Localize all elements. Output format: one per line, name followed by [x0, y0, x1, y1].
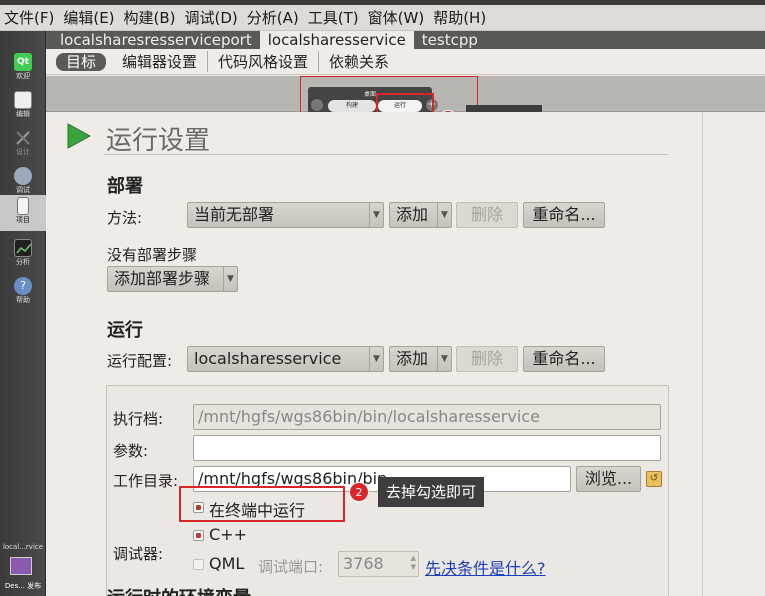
executable-field[interactable]: /mnt/hgfs/wgs86bin/bin/localsharesservic…	[193, 404, 661, 430]
run-add-button[interactable]: 添加 ▼	[389, 346, 452, 372]
design-icon	[14, 129, 32, 147]
sidebar-item-edit[interactable]: 编辑	[0, 89, 46, 125]
tab-dependencies[interactable]: 依赖关系	[318, 51, 399, 72]
mode-sidebar: Qt 欢迎 编辑 设计 调试 项目 分析 ? 帮助 local...rvice …	[0, 31, 46, 596]
tab-project-localsharesservice[interactable]: localsharesservice	[259, 31, 414, 49]
sidebar-item-welcome[interactable]: Qt 欢迎	[0, 51, 46, 87]
menu-analyze[interactable]: 分析(A)	[247, 7, 299, 28]
menu-tools[interactable]: 工具(T)	[308, 7, 359, 28]
chevron-down-icon: ▼	[369, 347, 383, 371]
analyze-icon	[14, 239, 32, 257]
mini-build-button[interactable]: 构建	[328, 100, 376, 112]
tab-code-style[interactable]: 代码风格设置	[207, 51, 318, 72]
menu-edit[interactable]: 编辑(E)	[63, 7, 114, 28]
cpp-debugger-label: C++	[209, 525, 247, 544]
qml-debugger-label: QML	[209, 554, 245, 573]
chevron-down-icon: ▼	[223, 267, 237, 291]
add-deploy-step-label: 添加部署步骤	[114, 269, 211, 288]
sidebar-item-label: 帮助	[16, 296, 30, 304]
edit-icon	[14, 91, 32, 109]
qml-debugger-checkbox[interactable]	[193, 559, 204, 570]
menu-file[interactable]: 文件(F)	[4, 7, 54, 28]
debugger-label: 调试器:	[113, 545, 164, 563]
deploy-add-label: 添加	[396, 205, 429, 224]
page-title: 运行设置	[106, 126, 211, 156]
run-config-label: 运行配置:	[107, 352, 173, 370]
menu-debug[interactable]: 调试(D)	[185, 7, 238, 28]
run-config-value: localsharesservice	[194, 349, 342, 368]
annotation-badge-2: 2	[349, 482, 369, 502]
minus-icon[interactable]	[311, 99, 323, 111]
workdir-label: 工作目录:	[113, 472, 179, 490]
menu-build[interactable]: 构建(B)	[124, 7, 176, 28]
spin-arrows-icon[interactable]: ▲ ▼	[411, 554, 416, 572]
arguments-label: 参数:	[113, 442, 149, 460]
deploy-remove-button[interactable]: 删除	[456, 202, 518, 228]
reset-icon[interactable]: ↺	[646, 471, 662, 487]
sidebar-item-label: 编辑	[16, 110, 30, 118]
executable-label: 执行档:	[113, 410, 164, 428]
sidebar-item-project[interactable]: 项目	[0, 195, 46, 231]
add-deploy-step-button[interactable]: 添加部署步骤 ▼	[107, 266, 238, 292]
debug-port-value: 3768	[343, 554, 384, 573]
sidebar-item-label: 欢迎	[16, 72, 30, 80]
annotation-highlight-terminal	[179, 486, 345, 522]
run-remove-button[interactable]: 删除	[456, 346, 518, 372]
run-play-icon	[66, 122, 92, 154]
chevron-down-icon: ▼	[437, 347, 451, 371]
settings-tab-bar: 目标 编辑器设置 代码风格设置 依赖关系	[46, 49, 765, 75]
debug-icon	[14, 167, 32, 185]
kit-target-label: local...rvice	[2, 543, 44, 551]
deploy-method-label: 方法:	[107, 209, 143, 227]
sidebar-item-label: 项目	[16, 216, 30, 224]
arguments-field[interactable]	[193, 435, 661, 461]
run-heading: 运行	[107, 320, 143, 341]
project-icon	[17, 197, 29, 215]
env-heading: 运行时的环境变量	[107, 586, 251, 596]
prerequisites-link[interactable]: 先决条件是什么?	[425, 555, 546, 579]
sidebar-item-label: 调试	[16, 186, 30, 194]
deploy-method-value: 当前无部署	[194, 205, 275, 224]
debug-port-spinbox[interactable]: 3768 ▲ ▼	[338, 551, 419, 577]
deploy-rename-button[interactable]: 重命名...	[523, 202, 605, 228]
menu-help[interactable]: 帮助(H)	[433, 7, 486, 28]
menubar: 文件(F) 编辑(E) 构建(B) 调试(D) 分析(A) 工具(T) 窗体(W…	[0, 5, 765, 31]
sidebar-item-label: 分析	[16, 258, 30, 266]
deploy-add-button[interactable]: 添加 ▼	[389, 202, 452, 228]
cpp-debugger-checkbox[interactable]	[193, 530, 204, 541]
browse-button[interactable]: 浏览...	[576, 466, 641, 492]
kit-label: Des... 发布	[4, 582, 42, 590]
sidebar-item-design[interactable]: 设计	[0, 127, 46, 163]
deploy-method-combo[interactable]: 当前无部署 ▼	[187, 202, 384, 228]
chevron-down-icon: ▼	[369, 203, 383, 227]
sidebar-item-label: 设计	[16, 148, 30, 156]
tab-project-port[interactable]: localsharesresserviceport	[52, 31, 260, 49]
no-deploy-steps-label: 没有部署步骤	[107, 246, 198, 264]
run-rename-button[interactable]: 重命名...	[523, 346, 605, 372]
deploy-heading: 部署	[107, 176, 143, 197]
sidebar-item-analyze[interactable]: 分析	[0, 237, 46, 273]
debug-port-label: 调试端口:	[258, 558, 324, 576]
annotation-callout-2: 去掉勾选即可	[378, 477, 485, 507]
sidebar-item-help[interactable]: ? 帮助	[0, 275, 46, 311]
run-config-combo[interactable]: localsharesservice ▼	[187, 346, 384, 372]
qt-welcome-icon: Qt	[14, 53, 32, 71]
project-tab-bar: localsharesresserviceport localsharesser…	[46, 31, 765, 49]
menu-window[interactable]: 窗体(W)	[368, 7, 425, 28]
tab-targets[interactable]: 目标	[56, 52, 107, 71]
kit-selector-icon[interactable]	[10, 557, 32, 575]
tab-editor-settings[interactable]: 编辑器设置	[112, 51, 207, 72]
chevron-down-icon: ▼	[437, 203, 451, 227]
run-add-label: 添加	[396, 349, 429, 368]
title-divider	[104, 154, 668, 155]
tab-project-testcpp[interactable]: testcpp	[414, 31, 486, 49]
right-empty-panel	[702, 112, 765, 596]
help-icon: ?	[14, 277, 32, 295]
